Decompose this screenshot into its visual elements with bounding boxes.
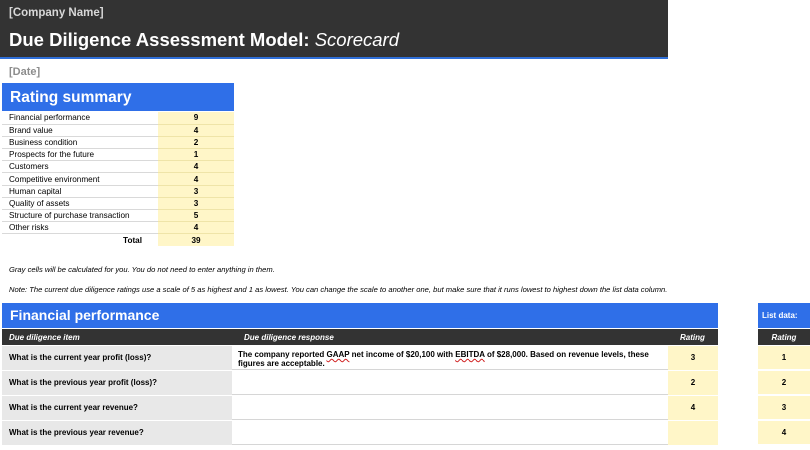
rating-summary-table: Financial performance 9 Brand value 4 Busi… <box>2 112 234 247</box>
rating-cell[interactable] <box>668 421 718 445</box>
summary-label: Quality of assets <box>2 197 158 211</box>
column-header-response: Due diligence response <box>244 333 334 342</box>
table-row: Brand value 4 <box>2 124 234 137</box>
summary-label: Prospects for the future <box>2 148 158 162</box>
table-row: Business condition 2 <box>2 136 234 150</box>
response-text: net income of $20,100 with <box>349 350 456 359</box>
total-value: 39 <box>158 233 234 247</box>
list-data-cell[interactable]: 2 <box>758 371 810 395</box>
summary-value[interactable]: 3 <box>158 185 234 198</box>
table-row: Prospects for the future 1 <box>2 148 234 162</box>
column-header-item: Due diligence item <box>9 333 80 342</box>
table-row: Customers 4 <box>2 160 234 174</box>
rating-summary-title: Rating summary <box>2 83 234 111</box>
summary-label: Business condition <box>2 136 158 150</box>
list-data-column-header: Rating <box>758 329 810 345</box>
summary-value[interactable]: 9 <box>158 112 234 125</box>
table-row: Structure of purchase transaction 5 <box>2 209 234 223</box>
due-diligence-response[interactable]: The company reported GAAP net income of … <box>238 350 668 368</box>
list-data-cell[interactable]: 3 <box>758 396 810 420</box>
header-divider <box>0 57 668 59</box>
summary-value[interactable]: 1 <box>158 148 234 162</box>
company-name[interactable]: [Company Name] <box>9 7 104 19</box>
summary-label: Customers <box>2 160 158 174</box>
summary-label: Other risks <box>2 221 158 235</box>
scale-note: Note: The current due diligence ratings … <box>9 285 668 294</box>
due-diligence-item: What is the current year profit (loss)? <box>2 346 232 370</box>
summary-value[interactable]: 4 <box>158 160 234 174</box>
table-row: Other risks 4 <box>2 221 234 235</box>
summary-label: Human capital <box>2 185 158 198</box>
summary-value[interactable]: 5 <box>158 209 234 223</box>
table-row: What is the previous year profit (loss)?… <box>2 371 718 395</box>
rating-cell[interactable]: 4 <box>668 396 718 420</box>
summary-value[interactable]: 4 <box>158 172 234 186</box>
table-row: What is the current year profit (loss)? … <box>2 346 718 370</box>
financial-performance-title: Financial performance <box>2 303 718 328</box>
rating-cell[interactable]: 3 <box>668 346 718 370</box>
table-row: What is the current year revenue? 4 <box>2 396 718 420</box>
table-row: Competitive environment 4 <box>2 172 234 186</box>
list-data-cell[interactable]: 1 <box>758 346 810 370</box>
total-label: Total <box>123 235 142 245</box>
due-diligence-item: What is the previous year revenue? <box>2 421 232 445</box>
column-header-rating: Rating <box>680 333 705 342</box>
financial-performance-column-header: Due diligence item Due diligence respons… <box>2 329 718 345</box>
summary-label: Financial performance <box>2 112 158 125</box>
due-diligence-item: What is the previous year profit (loss)? <box>2 371 232 395</box>
rating-cell[interactable]: 2 <box>668 371 718 395</box>
response-text: The company reported <box>238 350 327 359</box>
summary-value[interactable]: 4 <box>158 221 234 235</box>
summary-value[interactable]: 2 <box>158 136 234 150</box>
title-main: Due Diligence Assessment Model: <box>9 29 315 50</box>
due-diligence-item: What is the current year revenue? <box>2 396 232 420</box>
gray-cells-note: Gray cells will be calculated for you. Y… <box>9 265 275 274</box>
table-row: What is the previous year revenue? <box>2 421 718 445</box>
list-data-cell[interactable]: 4 <box>758 421 810 445</box>
page-title: Due Diligence Assessment Model: Scorecar… <box>9 29 399 51</box>
header-bar: [Company Name] Due Diligence Assessment … <box>0 0 668 58</box>
total-row: Total 39 <box>2 233 234 247</box>
summary-value[interactable]: 4 <box>158 124 234 137</box>
table-row: Human capital 3 <box>2 185 234 198</box>
response-text: EBITDA <box>455 350 485 359</box>
summary-label: Brand value <box>2 124 158 137</box>
summary-label: Structure of purchase transaction <box>2 209 158 223</box>
table-row: Financial performance 9 <box>2 112 234 125</box>
summary-label: Competitive environment <box>2 172 158 186</box>
response-text: GAAP <box>326 350 350 359</box>
title-italic: Scorecard <box>314 29 400 50</box>
date-field[interactable]: [Date] <box>9 66 40 78</box>
summary-value[interactable]: 3 <box>158 197 234 211</box>
list-data-title: List data: <box>758 303 810 328</box>
table-row: Quality of assets 3 <box>2 197 234 211</box>
